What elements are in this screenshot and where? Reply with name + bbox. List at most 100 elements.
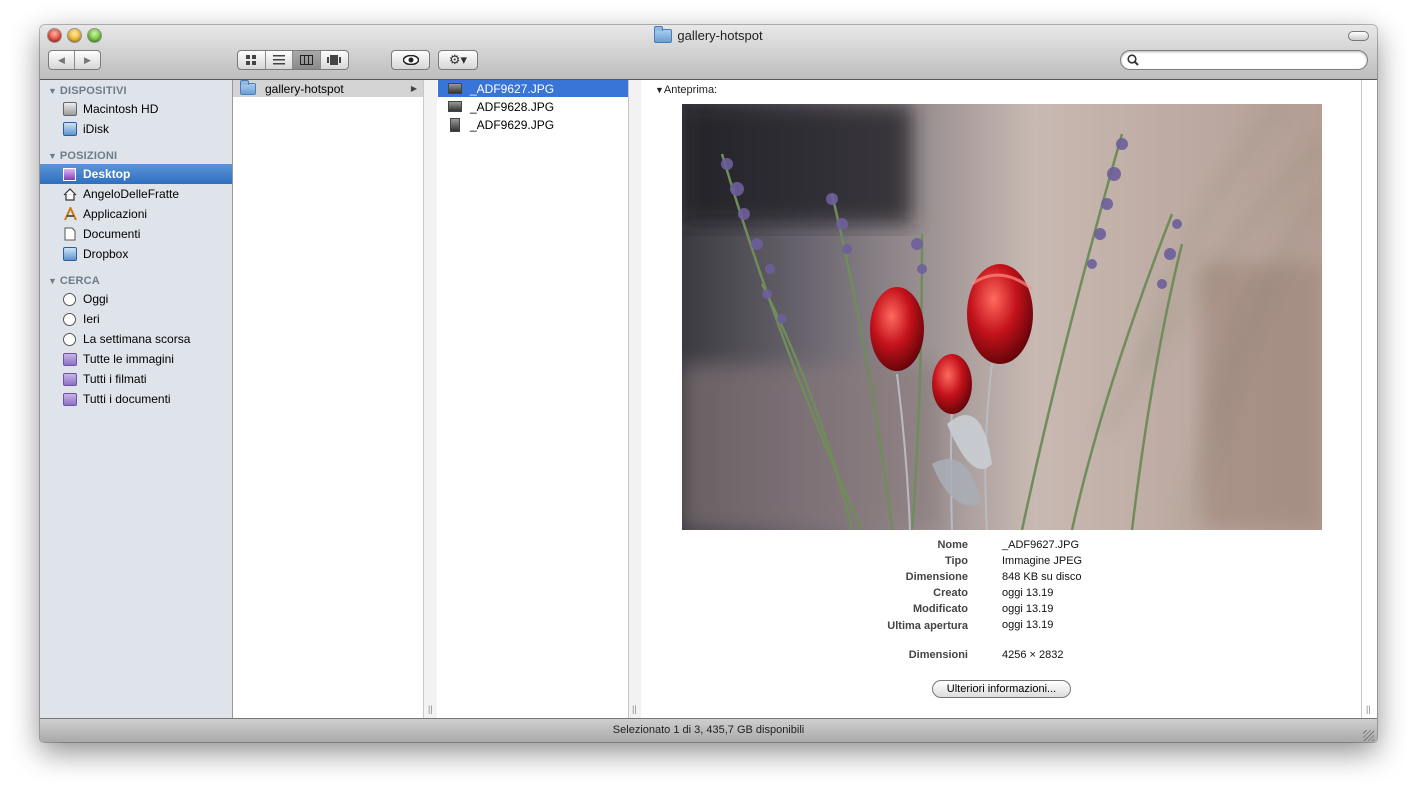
preview-scrollbar[interactable]: || <box>1361 80 1377 718</box>
back-button[interactable]: ◀ <box>49 51 75 69</box>
status-text: Selezionato 1 di 3, 435,7 GB disponibili <box>612 724 805 736</box>
sidebar-item-label: iDisk <box>83 122 109 136</box>
clock-icon <box>63 292 76 306</box>
sidebar-item-oggi[interactable]: Oggi <box>40 289 232 309</box>
smart-folder-icon <box>63 392 77 406</box>
list-view-button[interactable] <box>266 51 294 69</box>
image-file-icon <box>450 117 460 132</box>
info-value: oggi 13.19 <box>1002 619 1054 631</box>
column-1-scrollbar[interactable] <box>424 80 437 718</box>
eye-icon <box>402 55 419 65</box>
coverflow-view-button[interactable] <box>321 51 348 69</box>
disclosure-arrow-icon: ▶ <box>410 84 417 93</box>
folder-row-gallery-hotspot[interactable]: gallery-hotspot ▶ <box>233 79 423 97</box>
folder-icon <box>240 79 256 95</box>
sidebar-item-label: Documenti <box>83 227 141 241</box>
info-value: 848 KB su disco <box>1002 571 1082 583</box>
sidebar-section-posizioni[interactable]: ▼ POSIZIONI <box>48 150 117 162</box>
sidebar-item-desktop[interactable]: Desktop <box>40 164 232 184</box>
folder-icon <box>654 25 673 43</box>
sidebar-item-settimana-scorsa[interactable]: La settimana scorsa <box>40 329 232 349</box>
document-icon <box>63 227 77 241</box>
info-value: oggi 13.19 <box>1002 603 1054 615</box>
info-key: Modificato <box>913 603 968 615</box>
info-key: Nome <box>937 539 968 551</box>
sidebar-item-home[interactable]: AngeloDelleFratte <box>40 184 232 204</box>
column-view-icon <box>300 55 313 65</box>
sidebar-section-dispositivi[interactable]: ▼ DISPOSITIVI <box>48 85 127 97</box>
smart-folder-icon <box>63 352 77 366</box>
sidebar-item-label: AngeloDelleFratte <box>83 187 180 201</box>
home-icon <box>63 187 77 201</box>
file-row[interactable]: _ADF9629.JPG <box>438 116 628 133</box>
coverflow-view-icon <box>327 55 342 65</box>
sidebar-item-tutti-i-documenti[interactable]: Tutti i documenti <box>40 389 232 409</box>
toolbar-toggle-button[interactable] <box>1348 31 1369 41</box>
window-title: gallery-hotspot <box>40 25 1377 43</box>
column-2-scrollbar[interactable] <box>629 80 641 718</box>
sidebar-item-tutte-le-immagini[interactable]: Tutte le immagini <box>40 349 232 369</box>
search-icon <box>1127 54 1139 69</box>
sidebar-item-documenti[interactable]: Documenti <box>40 224 232 244</box>
preview-resize-handle[interactable]: || <box>1366 704 1371 714</box>
desktop-icon <box>63 167 76 181</box>
info-key: Creato <box>933 587 968 599</box>
clock-icon <box>63 332 76 346</box>
view-mode-control <box>237 50 349 70</box>
sidebar-item-tutti-i-filmati[interactable]: Tutti i filmati <box>40 369 232 389</box>
column-1-resize-handle[interactable]: || <box>428 704 433 714</box>
info-key: Tipo <box>944 555 968 567</box>
column-2-resize-handle[interactable]: || <box>632 704 637 714</box>
back-forward-control: ◀ ▶ <box>48 50 101 70</box>
search-field[interactable] <box>1120 50 1368 70</box>
file-row[interactable]: _ADF9628.JPG <box>438 98 628 115</box>
image-file-icon <box>448 101 462 112</box>
column-2: _ADF9627.JPG _ADF9628.JPG _ADF9629.JPG <box>438 80 628 718</box>
image-file-icon <box>448 83 462 94</box>
sidebar: ▼ DISPOSITIVI Macintosh HD iDisk ▼ POSIZ… <box>40 80 233 718</box>
image-preview <box>682 104 1322 530</box>
clock-icon <box>63 312 76 326</box>
action-menu-button[interactable]: ⚙▾ <box>438 50 478 70</box>
forward-button[interactable]: ▶ <box>75 51 100 69</box>
hard-disk-icon <box>63 102 77 116</box>
info-key: Dimensioni <box>908 649 968 661</box>
resize-grip-icon[interactable] <box>1363 730 1374 741</box>
info-key: Ultima apertura <box>887 620 968 632</box>
icon-view-icon <box>246 55 257 65</box>
folder-icon <box>63 247 77 261</box>
file-name: _ADF9629.JPG <box>470 117 555 132</box>
sidebar-item-applicazioni[interactable]: Applicazioni <box>40 204 232 224</box>
file-name: _ADF9628.JPG <box>470 99 555 114</box>
sidebar-item-ieri[interactable]: Ieri <box>40 309 232 329</box>
sidebar-item-dropbox[interactable]: Dropbox <box>40 244 232 264</box>
sidebar-item-label: Applicazioni <box>83 207 148 221</box>
column-view-button[interactable] <box>293 51 321 69</box>
preview-header[interactable]: ▼Anteprima: <box>655 84 717 96</box>
sidebar-item-label: Tutti i filmati <box>83 372 147 386</box>
sidebar-item-macintosh-hd[interactable]: Macintosh HD <box>40 99 232 119</box>
quicklook-button[interactable] <box>391 50 430 70</box>
search-input[interactable] <box>1141 52 1365 70</box>
smart-folder-icon <box>63 372 77 386</box>
window-title-text: gallery-hotspot <box>677 28 763 43</box>
sidebar-item-label: Desktop <box>83 167 131 181</box>
file-row-selected[interactable]: _ADF9627.JPG <box>438 80 628 97</box>
info-value: oggi 13.19 <box>1002 587 1054 599</box>
info-key: Dimensione <box>905 571 968 583</box>
sidebar-item-label: Ieri <box>83 312 100 326</box>
gear-icon: ⚙▾ <box>448 52 468 67</box>
status-bar: Selezionato 1 di 3, 435,7 GB disponibili <box>40 718 1377 742</box>
sidebar-item-label: Tutte le immagini <box>83 352 174 366</box>
titlebar: gallery-hotspot ◀ ▶ ⚙▾ <box>40 25 1377 80</box>
folder-name: gallery-hotspot <box>265 81 344 96</box>
list-view-icon <box>273 55 285 65</box>
sidebar-item-idisk[interactable]: iDisk <box>40 119 232 139</box>
preview-pane: ▼Anteprima: Nome _ADF9627.JPG Tipo Immag… <box>641 80 1361 718</box>
file-name: _ADF9627.JPG <box>470 81 555 96</box>
more-info-button[interactable]: Ulteriori informazioni... <box>932 680 1071 698</box>
info-value: 4256 × 2832 <box>1002 649 1064 661</box>
finder-window: gallery-hotspot ◀ ▶ ⚙▾ ▼ DISPOSITIVI Mac… <box>40 25 1377 742</box>
sidebar-section-cerca[interactable]: ▼ CERCA <box>48 275 100 287</box>
icon-view-button[interactable] <box>238 51 266 69</box>
